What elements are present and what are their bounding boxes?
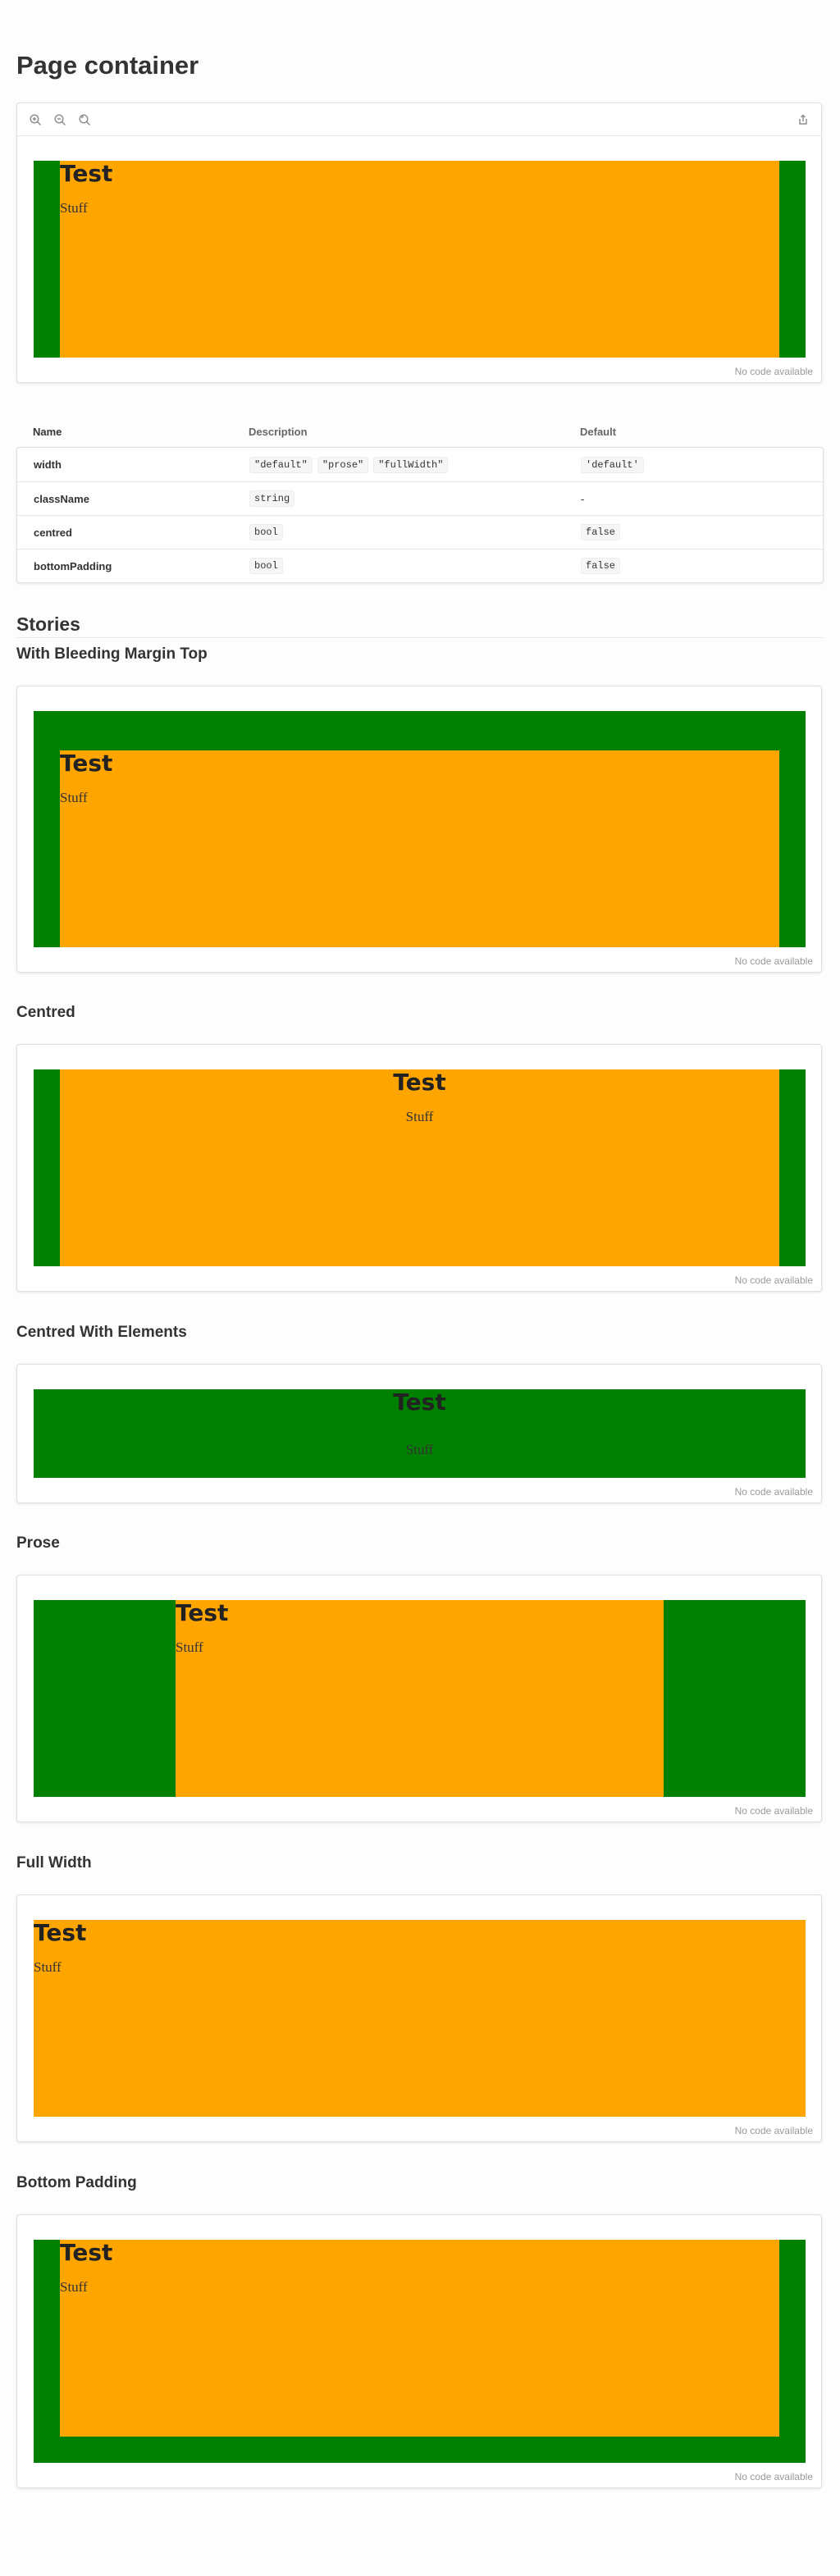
table-row: width "default" "prose" "fullWidth" 'defau… — [17, 448, 823, 481]
table-row: centred bool false — [17, 515, 823, 549]
props-table: Name Description Default width "default"… — [16, 416, 824, 583]
prop-default: - — [581, 493, 823, 505]
page-title: Page container — [16, 51, 199, 80]
story-canvas: Test Stuff No code available — [16, 1575, 822, 1822]
props-table-body: width "default" "prose" "fullWidth" 'defau… — [16, 447, 824, 583]
demo-heading: Test — [60, 750, 113, 777]
page-container-preview: Test Stuff — [34, 1069, 806, 1266]
prop-type-value: string — [249, 490, 295, 507]
story-title: Prose — [16, 1534, 60, 1552]
prop-type-value: bool — [249, 524, 283, 540]
demo-heading: Test — [393, 1069, 446, 1096]
prop-name: className — [34, 492, 89, 505]
header-description: Description — [249, 425, 308, 438]
zoom-in-icon[interactable] — [27, 112, 43, 128]
story-title: Centred — [16, 1004, 75, 1021]
demo-heading: Test — [176, 1599, 229, 1626]
prop-type-value: "prose" — [317, 456, 369, 473]
story-canvas: Test Stuff No code available — [16, 2214, 822, 2488]
primary-canvas: Test Stuff No code available — [16, 103, 822, 383]
demo-body: Stuff — [60, 790, 88, 805]
prop-description: "default" "prose" "fullWidth" — [249, 456, 581, 473]
page-container-preview: Test Stuff — [34, 711, 806, 947]
header-default: Default — [580, 425, 617, 438]
demo-heading: Test — [60, 2239, 113, 2266]
page-content: Test Stuff — [60, 2240, 779, 2437]
no-code-label: No code available — [734, 1486, 813, 1498]
stories-title: Stories — [16, 613, 824, 638]
table-row: className string - — [17, 481, 823, 515]
table-row: bottomPadding bool false — [17, 549, 823, 582]
demo-body: Stuff — [34, 1959, 62, 1975]
page-container-preview: Test Stuff — [34, 1600, 806, 1797]
story-canvas: Test Stuff No code available — [16, 1044, 822, 1292]
story-canvas: Test Stuff No code available — [16, 1894, 822, 2142]
page-content: Test Stuff — [60, 161, 779, 358]
prop-description: bool — [249, 524, 581, 540]
share-icon[interactable] — [795, 112, 811, 128]
prop-default-value: 'default' — [581, 456, 644, 473]
prop-default-value: false — [581, 558, 621, 574]
zoom-out-icon[interactable] — [52, 112, 68, 128]
prop-default-value: - — [581, 492, 585, 505]
props-table-header: Name Description Default — [16, 416, 824, 447]
prop-type-value: "default" — [249, 456, 313, 473]
prop-description: bool — [249, 558, 581, 574]
no-code-label: No code available — [734, 1805, 813, 1817]
prop-default: 'default' — [581, 456, 823, 473]
no-code-label: No code available — [734, 2125, 813, 2136]
story-title: Centred With Elements — [16, 1324, 187, 1341]
no-code-label: No code available — [734, 2471, 813, 2483]
page-content: Test Stuff — [60, 750, 779, 947]
story-title: Bottom Padding — [16, 2174, 137, 2191]
prop-default: false — [581, 524, 823, 540]
prop-name: width — [34, 458, 62, 471]
no-code-label: No code available — [734, 366, 813, 377]
prop-type-value: "fullWidth" — [373, 456, 449, 473]
page-container-preview: Test Stuff — [34, 1920, 806, 2117]
prop-default: false — [581, 558, 823, 574]
demo-body: Stuff — [405, 1109, 434, 1124]
page-container-preview: Test Stuff — [34, 2240, 806, 2463]
page-content: Test Stuff — [176, 1600, 664, 1797]
page-container-preview: Test Stuff — [34, 1389, 806, 1478]
no-code-label: No code available — [734, 1274, 813, 1286]
demo-heading: Test — [60, 160, 113, 187]
page-container-preview: Test Stuff — [34, 161, 806, 358]
demo-body: Stuff — [60, 2279, 88, 2295]
demo-body: Stuff — [405, 1442, 434, 1457]
prop-description: string — [249, 490, 581, 507]
prop-name: bottomPadding — [34, 559, 112, 572]
canvas-toolbar — [17, 103, 821, 136]
page-content: Test Stuff — [60, 1069, 779, 1266]
story-title: With Bleeding Margin Top — [16, 645, 208, 663]
demo-heading: Test — [34, 1919, 87, 1946]
demo-heading: Test — [393, 1388, 446, 1416]
demo-body: Stuff — [60, 200, 88, 216]
no-code-label: No code available — [734, 955, 813, 967]
story-canvas: Test Stuff No code available — [16, 686, 822, 973]
story-canvas: Test Stuff No code available — [16, 1364, 822, 1503]
prop-default-value: false — [581, 524, 621, 540]
page-content: Test Stuff — [34, 1920, 806, 2117]
header-name: Name — [33, 425, 62, 438]
reset-zoom-icon[interactable] — [76, 112, 93, 128]
demo-body: Stuff — [176, 1639, 203, 1655]
story-title: Full Width — [16, 1854, 92, 1872]
prop-type-value: bool — [249, 558, 283, 574]
prop-name: centred — [34, 526, 72, 539]
